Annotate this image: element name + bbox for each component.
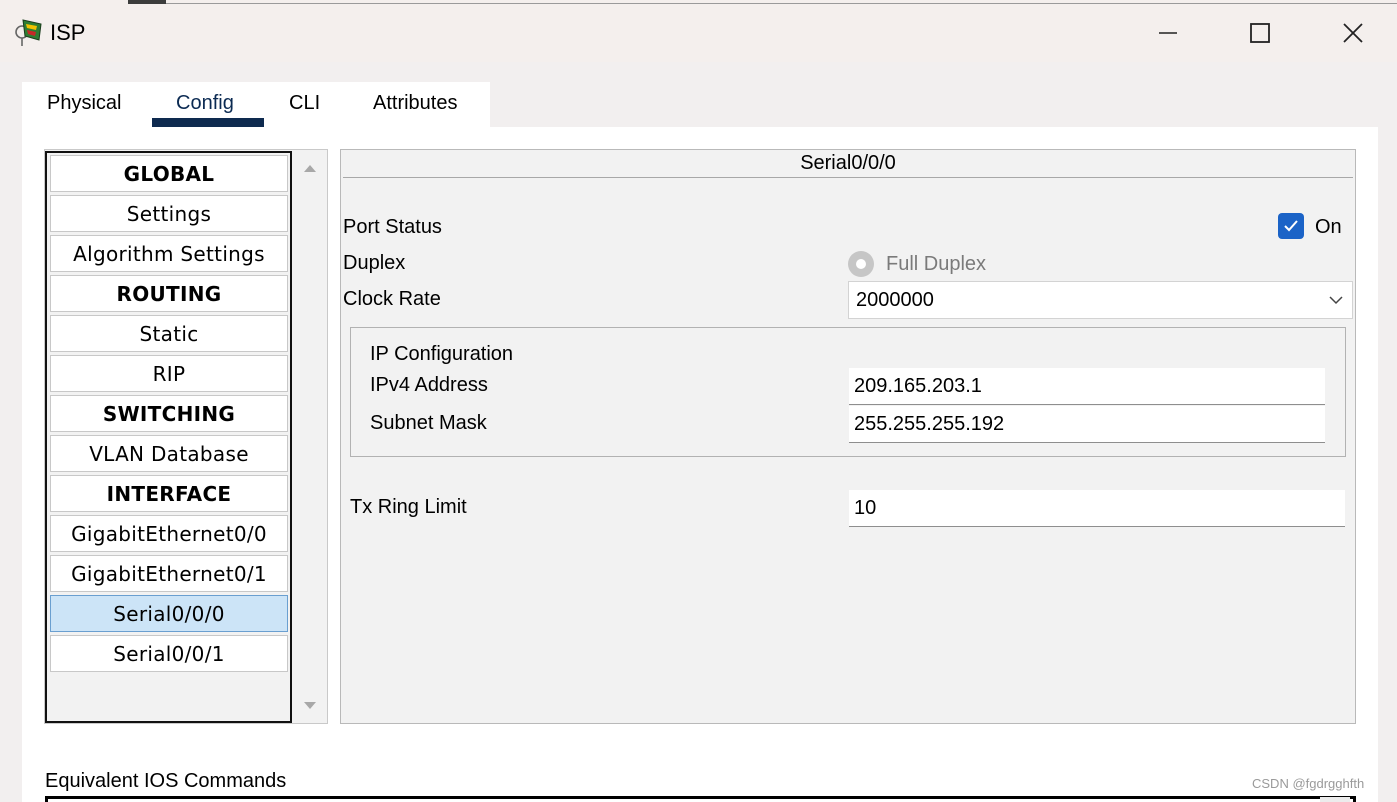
minimize-button[interactable] <box>1146 14 1190 52</box>
sidebar-item-gigabitethernet0-1[interactable]: GigabitEthernet0/1 <box>50 555 288 592</box>
maximize-icon <box>1250 23 1270 43</box>
clock-rate-value: 2000000 <box>856 289 934 311</box>
scroll-down-arrow-icon[interactable] <box>302 700 318 712</box>
sidebar-header-routing[interactable]: ROUTING <box>50 275 288 312</box>
sidebar-item-settings[interactable]: Settings <box>50 195 288 232</box>
tab-physical[interactable]: Physical <box>47 92 121 115</box>
tx-ring-limit-field[interactable]: 10 <box>849 490 1345 527</box>
window-top-border <box>166 3 1397 4</box>
sidebar-item-gigabitethernet0-0[interactable]: GigabitEthernet0/0 <box>50 515 288 552</box>
clock-rate-label: Clock Rate <box>343 288 441 310</box>
full-duplex-label: Full Duplex <box>886 253 987 275</box>
watermark: CSDN @fgdrgghfth <box>1252 776 1365 791</box>
chevron-down-icon <box>1329 296 1343 305</box>
ip-configuration-title: IP Configuration <box>370 343 514 365</box>
checkmark-icon <box>1284 220 1298 232</box>
sidebar-header-global[interactable]: GLOBAL <box>50 155 288 192</box>
scroll-up-arrow-icon[interactable] <box>302 162 318 174</box>
tab-attributes[interactable]: Attributes <box>373 92 457 115</box>
window-title: ISP <box>50 20 86 45</box>
port-status-checkbox[interactable] <box>1278 213 1304 239</box>
interface-title: Serial0/0/0 <box>800 152 896 174</box>
radio-dot <box>856 259 866 269</box>
sidebar-item-serial0-0-0[interactable]: Serial0/0/0 <box>50 595 288 632</box>
sidebar-item-vlan-database[interactable]: VLAN Database <box>50 435 288 472</box>
port-status-label: Port Status <box>343 216 442 238</box>
router-app-icon <box>15 19 42 46</box>
sidebar-item-static[interactable]: Static <box>50 315 288 352</box>
subnet-mask-label: Subnet Mask <box>370 412 487 434</box>
minimize-icon <box>1159 32 1177 34</box>
port-status-on-label: On <box>1315 216 1342 238</box>
close-button[interactable] <box>1331 14 1375 52</box>
close-icon <box>1343 23 1363 43</box>
ios-commands-console[interactable] <box>45 796 1356 802</box>
ipv4-address-label: IPv4 Address <box>370 374 488 396</box>
sidebar-item-algorithm-settings[interactable]: Algorithm Settings <box>50 235 288 272</box>
console-scrollbar[interactable] <box>1320 797 1350 802</box>
active-tab-indicator <box>152 118 264 127</box>
sidebar-item-rip[interactable]: RIP <box>50 355 288 392</box>
tab-cli[interactable]: CLI <box>289 92 320 115</box>
window-top-edge <box>128 0 166 4</box>
ipv4-address-field[interactable]: 209.165.203.1 <box>849 368 1325 405</box>
sidebar-item-serial0-0-1[interactable]: Serial0/0/1 <box>50 635 288 672</box>
equivalent-ios-commands-label: Equivalent IOS Commands <box>45 770 287 792</box>
sidebar-header-interface[interactable]: INTERFACE <box>50 475 288 512</box>
title-divider <box>343 177 1353 178</box>
tab-config[interactable]: Config <box>176 92 234 115</box>
sidebar-header-switching[interactable]: SWITCHING <box>50 395 288 432</box>
maximize-button[interactable] <box>1238 14 1282 52</box>
full-duplex-radio[interactable] <box>848 251 874 277</box>
tx-ring-limit-label: Tx Ring Limit <box>350 496 467 518</box>
duplex-label: Duplex <box>343 252 406 274</box>
subnet-mask-field[interactable]: 255.255.255.192 <box>849 406 1325 443</box>
